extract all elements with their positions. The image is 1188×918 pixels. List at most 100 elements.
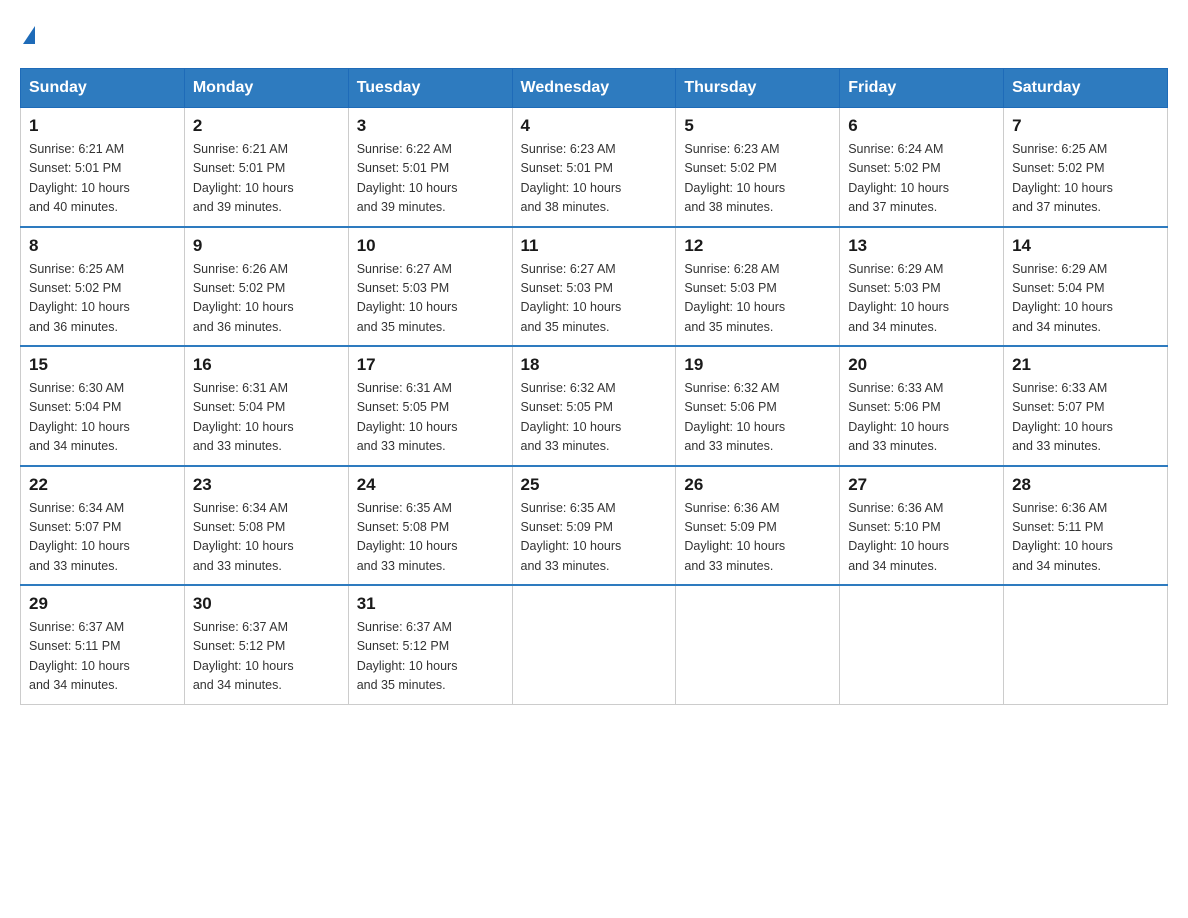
day-number: 15 <box>29 355 176 375</box>
day-info: Sunrise: 6:25 AM Sunset: 5:02 PM Dayligh… <box>29 260 176 338</box>
day-info: Sunrise: 6:29 AM Sunset: 5:04 PM Dayligh… <box>1012 260 1159 338</box>
header-sunday: Sunday <box>21 69 185 108</box>
day-number: 11 <box>521 236 668 256</box>
calendar-cell: 2 Sunrise: 6:21 AM Sunset: 5:01 PM Dayli… <box>184 108 348 227</box>
day-number: 8 <box>29 236 176 256</box>
calendar-cell: 28 Sunrise: 6:36 AM Sunset: 5:11 PM Dayl… <box>1004 466 1168 586</box>
header-saturday: Saturday <box>1004 69 1168 108</box>
calendar-cell: 22 Sunrise: 6:34 AM Sunset: 5:07 PM Dayl… <box>21 466 185 586</box>
day-info: Sunrise: 6:34 AM Sunset: 5:08 PM Dayligh… <box>193 499 340 577</box>
calendar-cell: 12 Sunrise: 6:28 AM Sunset: 5:03 PM Dayl… <box>676 227 840 347</box>
day-number: 25 <box>521 475 668 495</box>
calendar-cell: 5 Sunrise: 6:23 AM Sunset: 5:02 PM Dayli… <box>676 108 840 227</box>
day-number: 20 <box>848 355 995 375</box>
day-info: Sunrise: 6:26 AM Sunset: 5:02 PM Dayligh… <box>193 260 340 338</box>
calendar-cell: 4 Sunrise: 6:23 AM Sunset: 5:01 PM Dayli… <box>512 108 676 227</box>
header-monday: Monday <box>184 69 348 108</box>
day-number: 27 <box>848 475 995 495</box>
day-number: 12 <box>684 236 831 256</box>
day-info: Sunrise: 6:31 AM Sunset: 5:04 PM Dayligh… <box>193 379 340 457</box>
calendar-cell: 1 Sunrise: 6:21 AM Sunset: 5:01 PM Dayli… <box>21 108 185 227</box>
calendar-cell: 23 Sunrise: 6:34 AM Sunset: 5:08 PM Dayl… <box>184 466 348 586</box>
day-info: Sunrise: 6:33 AM Sunset: 5:06 PM Dayligh… <box>848 379 995 457</box>
day-number: 16 <box>193 355 340 375</box>
day-info: Sunrise: 6:35 AM Sunset: 5:09 PM Dayligh… <box>521 499 668 577</box>
header-tuesday: Tuesday <box>348 69 512 108</box>
day-info: Sunrise: 6:29 AM Sunset: 5:03 PM Dayligh… <box>848 260 995 338</box>
calendar-header-row: SundayMondayTuesdayWednesdayThursdayFrid… <box>21 69 1168 108</box>
calendar-cell: 13 Sunrise: 6:29 AM Sunset: 5:03 PM Dayl… <box>840 227 1004 347</box>
day-info: Sunrise: 6:22 AM Sunset: 5:01 PM Dayligh… <box>357 140 504 218</box>
day-info: Sunrise: 6:35 AM Sunset: 5:08 PM Dayligh… <box>357 499 504 577</box>
day-info: Sunrise: 6:23 AM Sunset: 5:01 PM Dayligh… <box>521 140 668 218</box>
day-number: 19 <box>684 355 831 375</box>
day-number: 24 <box>357 475 504 495</box>
calendar-cell: 31 Sunrise: 6:37 AM Sunset: 5:12 PM Dayl… <box>348 585 512 704</box>
day-number: 5 <box>684 116 831 136</box>
calendar-cell: 29 Sunrise: 6:37 AM Sunset: 5:11 PM Dayl… <box>21 585 185 704</box>
calendar-cell: 8 Sunrise: 6:25 AM Sunset: 5:02 PM Dayli… <box>21 227 185 347</box>
day-info: Sunrise: 6:31 AM Sunset: 5:05 PM Dayligh… <box>357 379 504 457</box>
day-info: Sunrise: 6:33 AM Sunset: 5:07 PM Dayligh… <box>1012 379 1159 457</box>
calendar-cell: 15 Sunrise: 6:30 AM Sunset: 5:04 PM Dayl… <box>21 346 185 466</box>
calendar-cell <box>512 585 676 704</box>
calendar-cell: 17 Sunrise: 6:31 AM Sunset: 5:05 PM Dayl… <box>348 346 512 466</box>
day-info: Sunrise: 6:24 AM Sunset: 5:02 PM Dayligh… <box>848 140 995 218</box>
logo-general-line <box>20 20 35 48</box>
day-number: 14 <box>1012 236 1159 256</box>
day-number: 1 <box>29 116 176 136</box>
day-number: 18 <box>521 355 668 375</box>
day-info: Sunrise: 6:27 AM Sunset: 5:03 PM Dayligh… <box>357 260 504 338</box>
header-wednesday: Wednesday <box>512 69 676 108</box>
calendar-week-1: 1 Sunrise: 6:21 AM Sunset: 5:01 PM Dayli… <box>21 108 1168 227</box>
calendar-cell: 27 Sunrise: 6:36 AM Sunset: 5:10 PM Dayl… <box>840 466 1004 586</box>
day-info: Sunrise: 6:32 AM Sunset: 5:05 PM Dayligh… <box>521 379 668 457</box>
calendar-cell: 21 Sunrise: 6:33 AM Sunset: 5:07 PM Dayl… <box>1004 346 1168 466</box>
day-number: 31 <box>357 594 504 614</box>
day-number: 23 <box>193 475 340 495</box>
calendar-cell: 26 Sunrise: 6:36 AM Sunset: 5:09 PM Dayl… <box>676 466 840 586</box>
calendar-week-3: 15 Sunrise: 6:30 AM Sunset: 5:04 PM Dayl… <box>21 346 1168 466</box>
calendar-week-5: 29 Sunrise: 6:37 AM Sunset: 5:11 PM Dayl… <box>21 585 1168 704</box>
calendar-cell <box>676 585 840 704</box>
day-info: Sunrise: 6:37 AM Sunset: 5:11 PM Dayligh… <box>29 618 176 696</box>
calendar-cell <box>840 585 1004 704</box>
day-number: 29 <box>29 594 176 614</box>
day-info: Sunrise: 6:30 AM Sunset: 5:04 PM Dayligh… <box>29 379 176 457</box>
calendar-cell: 7 Sunrise: 6:25 AM Sunset: 5:02 PM Dayli… <box>1004 108 1168 227</box>
day-number: 26 <box>684 475 831 495</box>
calendar-cell: 11 Sunrise: 6:27 AM Sunset: 5:03 PM Dayl… <box>512 227 676 347</box>
day-number: 30 <box>193 594 340 614</box>
day-info: Sunrise: 6:34 AM Sunset: 5:07 PM Dayligh… <box>29 499 176 577</box>
page-header <box>20 20 1168 48</box>
day-number: 28 <box>1012 475 1159 495</box>
day-number: 17 <box>357 355 504 375</box>
calendar-cell: 19 Sunrise: 6:32 AM Sunset: 5:06 PM Dayl… <box>676 346 840 466</box>
calendar-cell: 25 Sunrise: 6:35 AM Sunset: 5:09 PM Dayl… <box>512 466 676 586</box>
calendar-week-4: 22 Sunrise: 6:34 AM Sunset: 5:07 PM Dayl… <box>21 466 1168 586</box>
day-info: Sunrise: 6:23 AM Sunset: 5:02 PM Dayligh… <box>684 140 831 218</box>
calendar-cell: 20 Sunrise: 6:33 AM Sunset: 5:06 PM Dayl… <box>840 346 1004 466</box>
day-info: Sunrise: 6:28 AM Sunset: 5:03 PM Dayligh… <box>684 260 831 338</box>
day-number: 9 <box>193 236 340 256</box>
day-number: 2 <box>193 116 340 136</box>
calendar-cell: 9 Sunrise: 6:26 AM Sunset: 5:02 PM Dayli… <box>184 227 348 347</box>
calendar-cell: 16 Sunrise: 6:31 AM Sunset: 5:04 PM Dayl… <box>184 346 348 466</box>
day-number: 21 <box>1012 355 1159 375</box>
header-thursday: Thursday <box>676 69 840 108</box>
day-info: Sunrise: 6:36 AM Sunset: 5:11 PM Dayligh… <box>1012 499 1159 577</box>
day-info: Sunrise: 6:32 AM Sunset: 5:06 PM Dayligh… <box>684 379 831 457</box>
day-info: Sunrise: 6:37 AM Sunset: 5:12 PM Dayligh… <box>193 618 340 696</box>
calendar-cell <box>1004 585 1168 704</box>
calendar-cell: 24 Sunrise: 6:35 AM Sunset: 5:08 PM Dayl… <box>348 466 512 586</box>
calendar-cell: 10 Sunrise: 6:27 AM Sunset: 5:03 PM Dayl… <box>348 227 512 347</box>
day-number: 13 <box>848 236 995 256</box>
calendar-cell: 18 Sunrise: 6:32 AM Sunset: 5:05 PM Dayl… <box>512 346 676 466</box>
day-info: Sunrise: 6:37 AM Sunset: 5:12 PM Dayligh… <box>357 618 504 696</box>
day-info: Sunrise: 6:25 AM Sunset: 5:02 PM Dayligh… <box>1012 140 1159 218</box>
day-info: Sunrise: 6:21 AM Sunset: 5:01 PM Dayligh… <box>29 140 176 218</box>
calendar-week-2: 8 Sunrise: 6:25 AM Sunset: 5:02 PM Dayli… <box>21 227 1168 347</box>
logo <box>20 20 35 48</box>
calendar-cell: 30 Sunrise: 6:37 AM Sunset: 5:12 PM Dayl… <box>184 585 348 704</box>
header-friday: Friday <box>840 69 1004 108</box>
